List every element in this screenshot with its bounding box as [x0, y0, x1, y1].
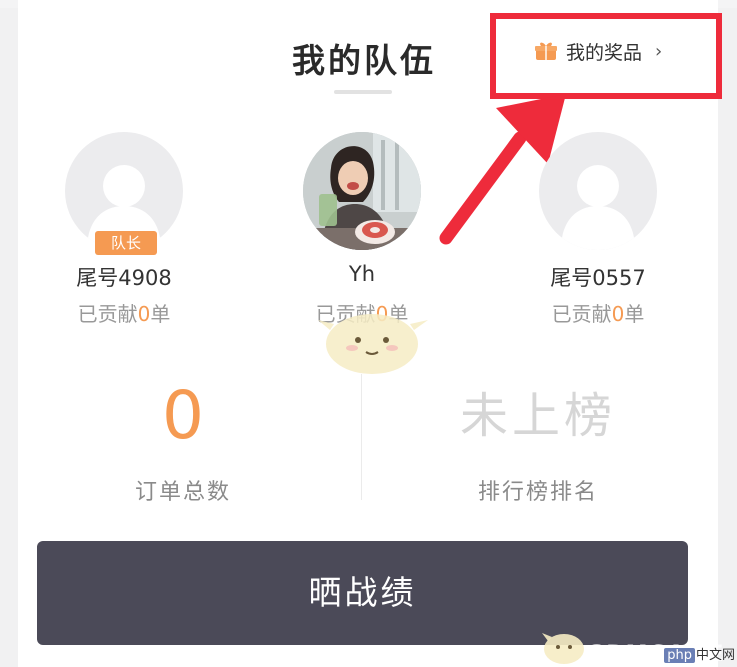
order-total-stat: 0 订单总数: [43, 376, 323, 506]
highlight-box: [490, 13, 722, 99]
team-member[interactable]: 尾号0557 已贡献0单: [523, 132, 673, 327]
member-name: 尾号4908: [76, 266, 172, 290]
captain-badge: 队长: [95, 231, 157, 255]
member-name: Yh: [348, 262, 376, 286]
ranking-label: 排行榜排名: [477, 480, 598, 505]
member-name: 尾号0557: [550, 266, 646, 290]
watermark-logo-icon: [542, 633, 584, 664]
ranking-value: 未上榜: [459, 388, 616, 444]
member-contribution: 已贡献0单: [77, 302, 171, 326]
site-watermark: 3DMGAME php 中文网: [540, 615, 737, 667]
watermark-php: php: [664, 648, 695, 663]
avatar: [303, 132, 421, 250]
team-member[interactable]: Yh 已贡献0单: [287, 132, 437, 327]
member-contribution: 已贡献0单: [551, 302, 645, 326]
ranking-stat[interactable]: 未上榜 排行榜排名: [398, 376, 678, 506]
watermark-cn: 中文网: [695, 648, 735, 663]
avatar: [539, 132, 657, 250]
mascot-watermark: [318, 314, 428, 374]
order-total-label: 订单总数: [134, 480, 231, 505]
title-underline: [334, 90, 392, 94]
order-total-value: 0: [162, 377, 204, 454]
team-member[interactable]: 尾号4908 已贡献0单: [49, 132, 199, 327]
stat-divider: [361, 374, 362, 500]
page-title: 我的队伍: [292, 41, 436, 80]
